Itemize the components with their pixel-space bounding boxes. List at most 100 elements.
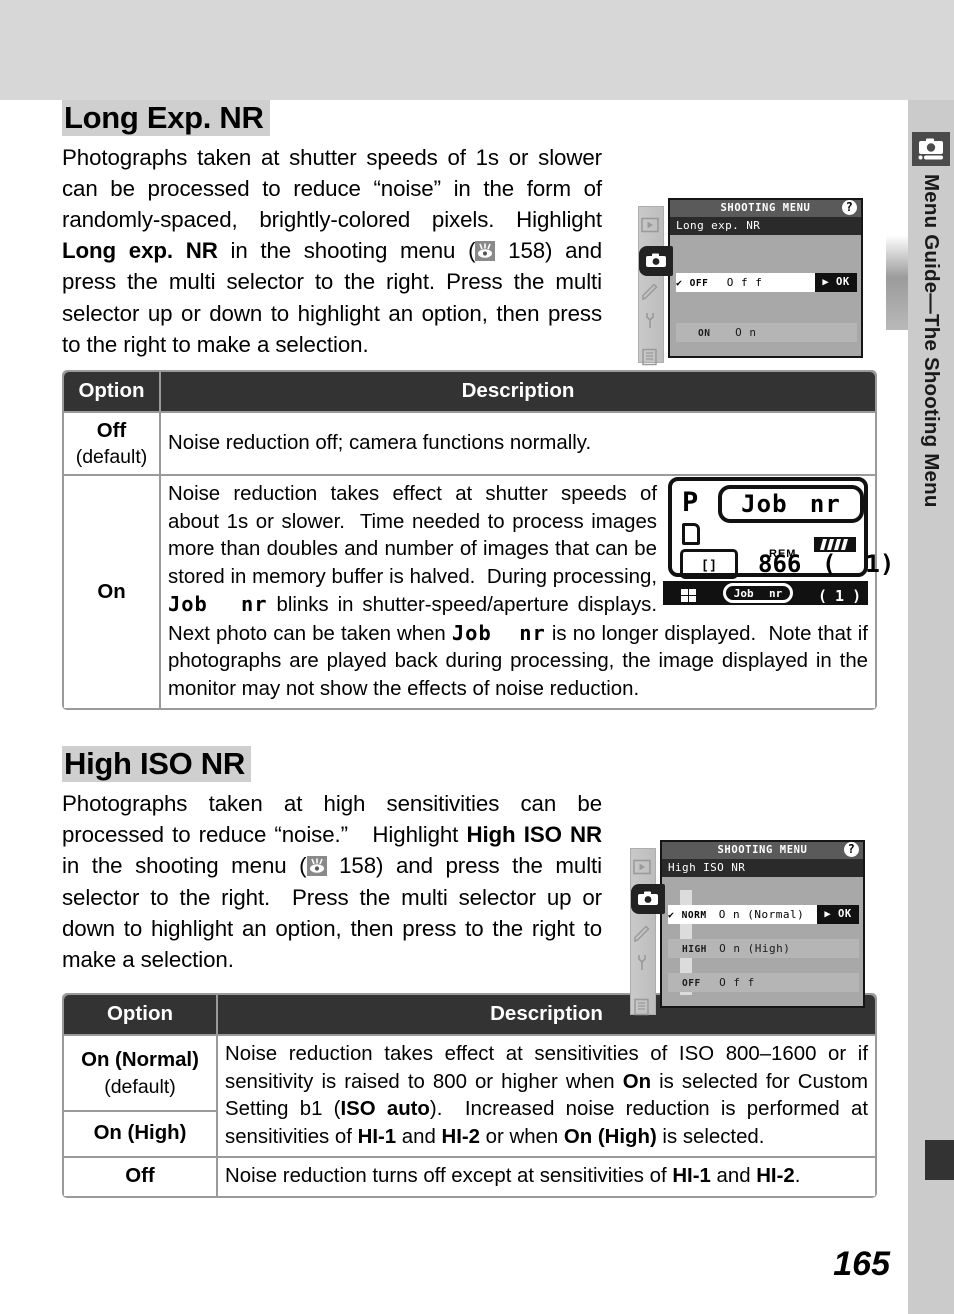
option-cell-on-high: On (High) — [64, 1111, 216, 1157]
menu-rail — [638, 205, 664, 365]
nr-text: nr — [809, 489, 841, 518]
menu-subtitle: High ISO NR — [662, 859, 863, 878]
bold-hi1: HI-1 — [357, 1125, 397, 1148]
menu-subtitle: Long exp. NR — [670, 216, 861, 235]
chapter-label: Menu Guide—The Shooting Menu — [920, 174, 943, 508]
option-name: On — [97, 580, 126, 603]
option-label: O n — [735, 325, 757, 339]
menu-tab-camera-icon[interactable] — [631, 884, 665, 915]
control-panel-body: P Job nr [ ] REM 866 ( 1) — [668, 477, 894, 580]
job-text: Job — [741, 489, 788, 518]
bold-hi2: HI-2 — [756, 1165, 795, 1188]
paragraph-long-exp-nr: Photographs taken at shutter speeds of 1… — [62, 144, 602, 357]
camera-icon — [912, 132, 950, 166]
playback-icon[interactable] — [641, 217, 661, 239]
viewfinder-strip: Job nr (1) — [663, 581, 868, 606]
menu-header-title: SHOOTING MENU — [720, 201, 811, 214]
help-icon[interactable]: ? — [844, 842, 859, 858]
option-label: O f f — [719, 976, 755, 990]
check-icon: ✔ — [668, 910, 675, 922]
pencil-icon[interactable] — [641, 282, 661, 305]
lcd-menu-high-iso-nr: SHOOTING MENU ? High ISO NR ✔ NORM O n (… — [630, 840, 870, 1016]
check-icon: ✔ — [676, 277, 683, 289]
bold-hi2: HI-2 — [441, 1125, 481, 1148]
description-cell-off: Noise reduction turns off except at sens… — [218, 1158, 875, 1196]
ok-button[interactable]: ▶ OK — [817, 905, 859, 925]
menu-body: ✔ NORM O n (Normal) ▶ OK HIGH O n (High)… — [662, 877, 863, 1003]
shutter-aperture-display: Job nr — [718, 485, 864, 524]
list-icon[interactable] — [633, 998, 653, 1020]
option-tag: NORM — [681, 910, 707, 922]
ok-label: OK — [836, 275, 850, 288]
table-high-iso-nr: Option Description On (Normal) (default)… — [62, 993, 877, 1198]
option-cell-off: Off (default) — [64, 412, 159, 475]
option-cell-on-normal: On (Normal) (default) — [64, 1036, 216, 1110]
section-title-high-iso-nr: High ISO NR — [62, 746, 251, 783]
menu-option-off[interactable]: ✔ OFF O f f ▶ OK — [676, 272, 857, 292]
table-row: On (Normal) (default) Noise reduction ta… — [64, 1036, 875, 1157]
exposure-mode: P — [682, 487, 699, 519]
buffer-value: 1 — [865, 550, 880, 579]
paragraph-high-iso-nr: Photographs taken at high sensitivities … — [62, 791, 602, 973]
menu-screen: SHOOTING MENU ? Long exp. NR ✔ OFF O f f… — [668, 197, 863, 358]
menu-header: SHOOTING MENU ? — [670, 199, 861, 217]
frame-indicator: [ ] — [680, 549, 738, 580]
page-edge-shadow — [886, 235, 908, 330]
menu-option-on-normal[interactable]: ✔ NORM O n (Normal) ▶ OK — [668, 905, 859, 925]
wrench-icon[interactable] — [641, 312, 661, 334]
menu-body: ✔ OFF O f f ▶ OK ON O n — [670, 234, 861, 352]
option-label: O n (Normal) — [718, 908, 805, 922]
page-ref-icon — [475, 241, 496, 262]
header-option: Option — [64, 371, 159, 411]
ok-button[interactable]: ▶ OK — [815, 272, 857, 292]
menu-option-on[interactable]: ON O n — [676, 322, 857, 342]
lcd-menu-long-exp-nr: SHOOTING MENU ? Long exp. NR ✔ OFF O f f… — [638, 197, 863, 365]
job-text: Job — [733, 586, 754, 600]
bold-hi1: HI-1 — [672, 1165, 711, 1188]
viewfinder-job-nr: Job nr — [723, 583, 793, 604]
option-name: On (High) — [93, 1122, 187, 1145]
option-default-note: (default) — [104, 1075, 176, 1098]
page-content: Long Exp. NR SHOOTING MENU ? Long exp. N… — [62, 100, 894, 1198]
option-default-note: (default) — [75, 446, 148, 469]
menu-option-off[interactable]: OFF O f f — [668, 973, 859, 993]
control-panel-illustration: P Job nr [ ] REM 866 ( 1) Job nr (1) — [663, 477, 894, 606]
bold-high-iso-nr: High ISO NR — [466, 822, 602, 848]
bold-iso-auto: ISO auto — [340, 1098, 430, 1121]
chapter-side-rail: Menu Guide—The Shooting Menu — [908, 100, 954, 1314]
option-name: On (Normal) — [81, 1049, 199, 1072]
menu-rail-icons — [641, 217, 663, 377]
menu-header-title: SHOOTING MENU — [717, 844, 808, 857]
bold-on-high: On (High) — [563, 1125, 657, 1148]
battery-icon — [814, 537, 856, 553]
list-icon[interactable] — [641, 348, 661, 370]
page-ref-number: 158 — [339, 853, 377, 879]
nr-text: nr — [769, 586, 783, 600]
option-cell-on: On — [64, 476, 159, 709]
menu-option-on-high[interactable]: HIGH O n (High) — [668, 939, 859, 959]
viewfinder-buffer: (1) — [818, 587, 870, 606]
option-label: O n (High) — [719, 942, 791, 956]
table-header-row: Option Description — [64, 371, 875, 411]
menu-rail — [630, 848, 656, 1016]
option-tag: OFF — [689, 277, 709, 289]
table-row: Off Noise reduction turns off except at … — [64, 1158, 875, 1196]
job-nr-inline: Job nr — [451, 620, 546, 645]
description-cell-on: P Job nr [ ] REM 866 ( 1) Job nr (1) Noi… — [161, 476, 894, 709]
ok-label: OK — [838, 908, 852, 921]
menu-header: SHOOTING MENU ? — [662, 842, 863, 860]
playback-icon[interactable] — [633, 859, 653, 881]
table-long-exp-nr: Option Description Off (default) Noise r… — [62, 369, 894, 711]
page-number: 165 — [833, 1245, 890, 1283]
matrix-metering-icon — [681, 585, 696, 603]
page-top-band — [0, 0, 954, 100]
pencil-icon[interactable] — [633, 925, 653, 947]
help-icon[interactable]: ? — [842, 199, 857, 215]
bold-long-exp-nr: Long exp. NR — [62, 238, 218, 264]
option-tag: HIGH — [682, 944, 707, 956]
option-name: Off — [125, 1165, 155, 1188]
menu-tab-camera-icon[interactable] — [639, 245, 673, 276]
wrench-icon[interactable] — [633, 954, 653, 976]
header-description: Description — [161, 371, 875, 411]
table-row: On P Job nr [ ] REM 866 ( 1) Job nr (1) … — [64, 476, 894, 709]
